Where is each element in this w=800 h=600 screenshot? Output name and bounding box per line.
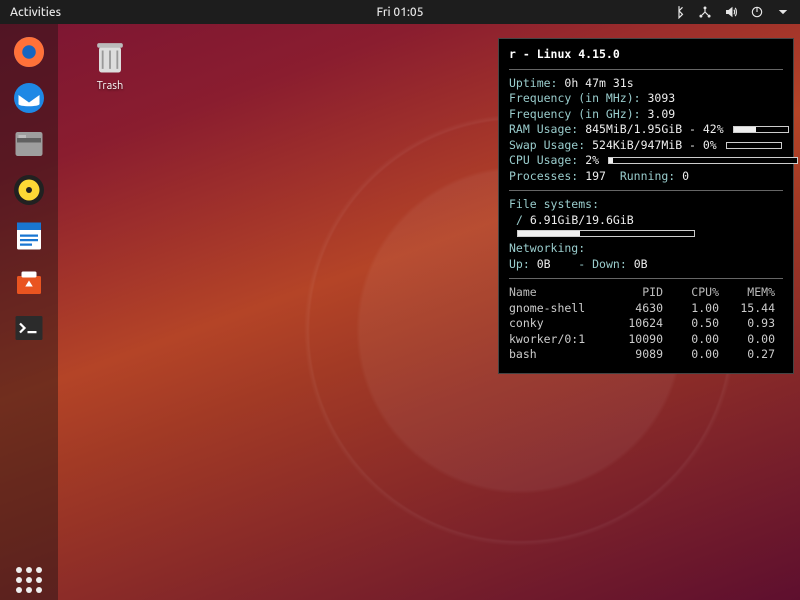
software-icon[interactable] [9,262,49,302]
net-down-label: - Down: [578,257,626,271]
freq-ghz-label: Frequency (in GHz): [509,107,641,121]
activities-button[interactable]: Activities [10,6,61,19]
trash-icon [88,34,132,78]
cpu-bar [608,157,798,164]
fs-root-bar [517,230,695,237]
freq-mhz-value: 3093 [648,91,676,105]
running-value: 0 [682,169,689,183]
dock [0,24,58,600]
col-name: Name [509,285,615,301]
writer-icon[interactable] [9,216,49,256]
files-icon[interactable] [9,124,49,164]
process-row: gnome-shell46301.0015.44 [509,301,783,317]
conky-panel: r - Linux 4.15.0 Uptime: 0h 47m 31s Freq… [498,38,794,374]
bluetooth-icon[interactable] [672,5,686,19]
ram-value: 845MiB/1.95GiB - 42% [585,122,723,136]
apps-grid-icon [16,567,42,593]
terminal-icon[interactable] [9,308,49,348]
swap-value: 524KiB/947MiB - 0% [592,138,717,152]
col-cpu: CPU% [663,285,719,301]
power-icon[interactable] [750,5,764,19]
col-pid: PID [615,285,663,301]
ram-label: RAM Usage: [509,122,578,136]
net-down-value: 0B [634,257,648,271]
conky-title: r - Linux 4.15.0 [509,47,783,63]
trash-desktop-icon[interactable]: Trash [78,34,142,92]
show-applications-button[interactable] [9,560,49,600]
thunderbird-icon[interactable] [9,78,49,118]
swap-label: Swap Usage: [509,138,585,152]
networking-header: Networking: [509,241,783,257]
ram-bar [733,126,789,133]
freq-mhz-label: Frequency (in MHz): [509,91,641,105]
process-row: kworker/0:1100900.000.00 [509,332,783,348]
procs-value: 197 [585,169,606,183]
rhythmbox-icon[interactable] [9,170,49,210]
col-mem: MEM% [719,285,775,301]
uptime-value: 0h 47m 31s [564,76,633,90]
cpu-label: CPU Usage: [509,153,578,167]
fs-root-value: 6.91GiB/19.6GiB [530,213,634,227]
process-row: bash90890.000.27 [509,347,783,363]
process-table: Name PID CPU% MEM% gnome-shell46301.0015… [509,285,783,363]
firefox-icon[interactable] [9,32,49,72]
cpu-value: 2% [585,153,599,167]
volume-icon[interactable] [724,5,738,19]
clock[interactable]: Fri 01:05 [377,6,424,19]
swap-bar [726,142,782,149]
trash-label: Trash [78,80,142,92]
process-row: conky106240.500.93 [509,316,783,332]
freq-ghz-value: 3.09 [648,107,676,121]
running-label: Running: [620,169,675,183]
procs-label: Processes: [509,169,578,183]
network-icon[interactable] [698,5,712,19]
system-tray[interactable] [672,5,790,19]
net-up-value: 0B [537,257,551,271]
process-table-header: Name PID CPU% MEM% [509,285,783,301]
dropdown-icon[interactable] [776,5,790,19]
filesystems-header: File systems: [509,197,783,213]
fs-root-label: / [516,213,523,227]
net-up-label: Up: [509,257,530,271]
top-bar: Activities Fri 01:05 [0,0,800,24]
uptime-label: Uptime: [509,76,557,90]
